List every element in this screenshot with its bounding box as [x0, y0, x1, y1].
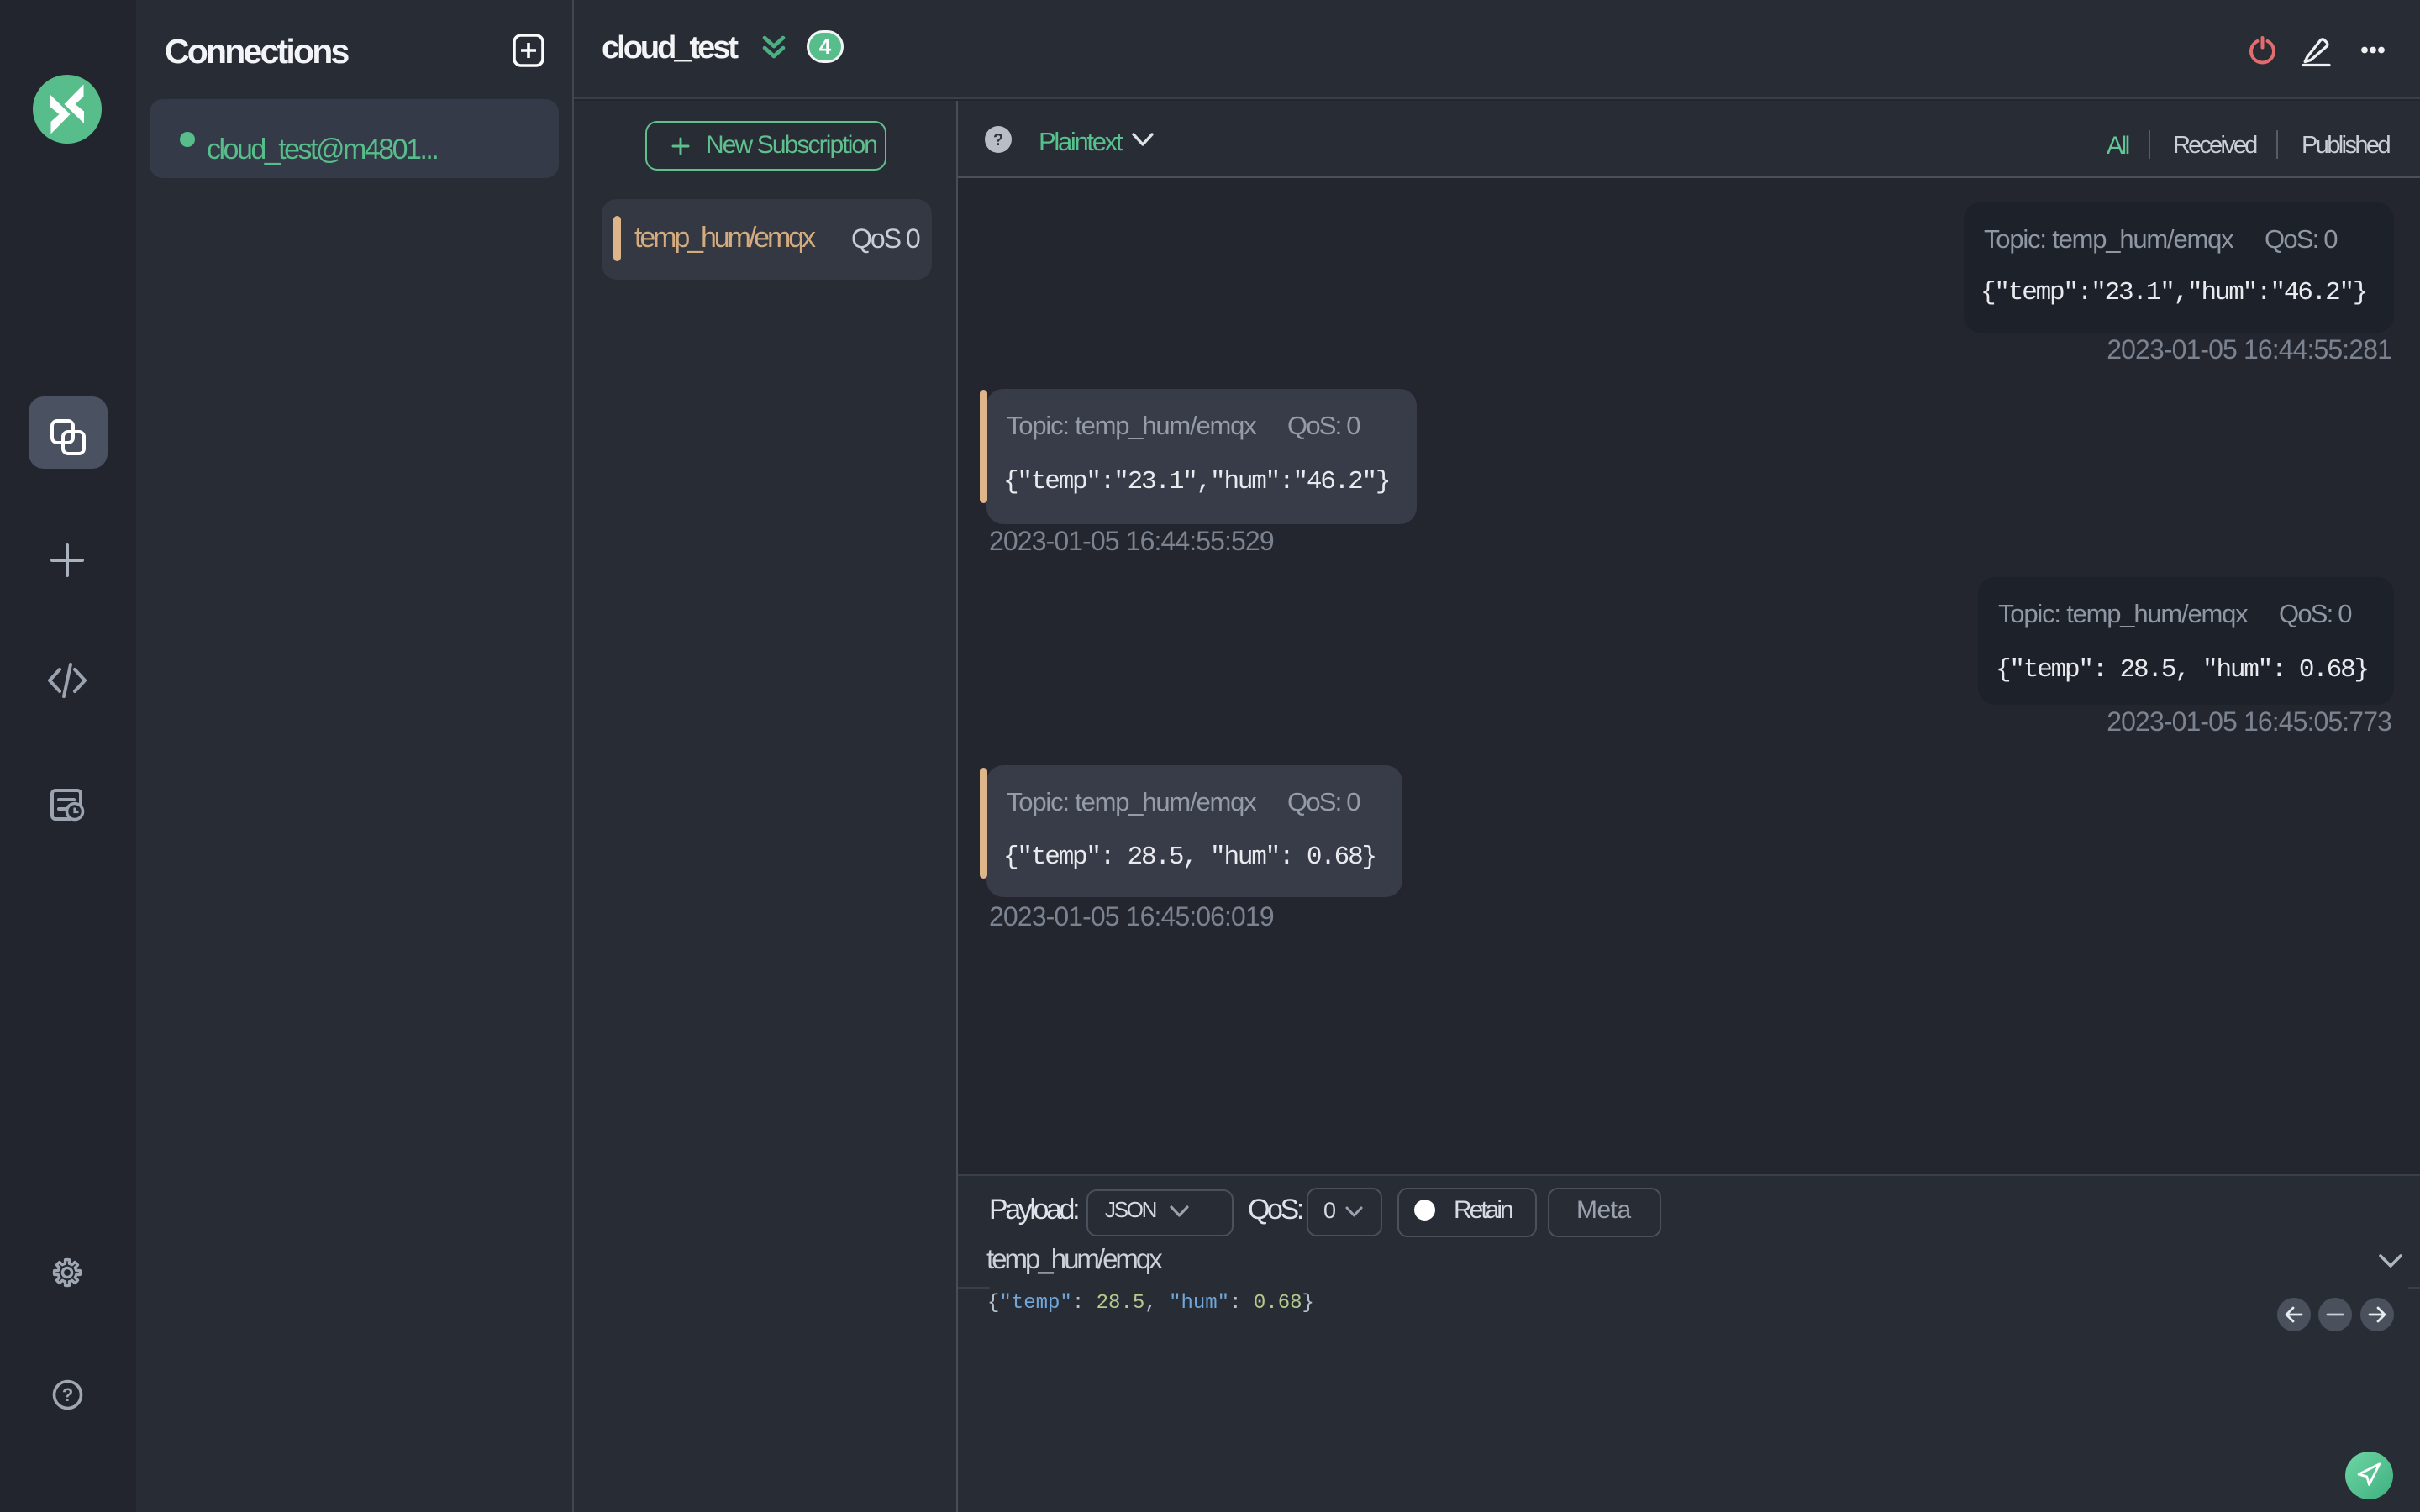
- svg-text:?: ?: [62, 1384, 73, 1405]
- svg-text:?: ?: [993, 131, 1003, 150]
